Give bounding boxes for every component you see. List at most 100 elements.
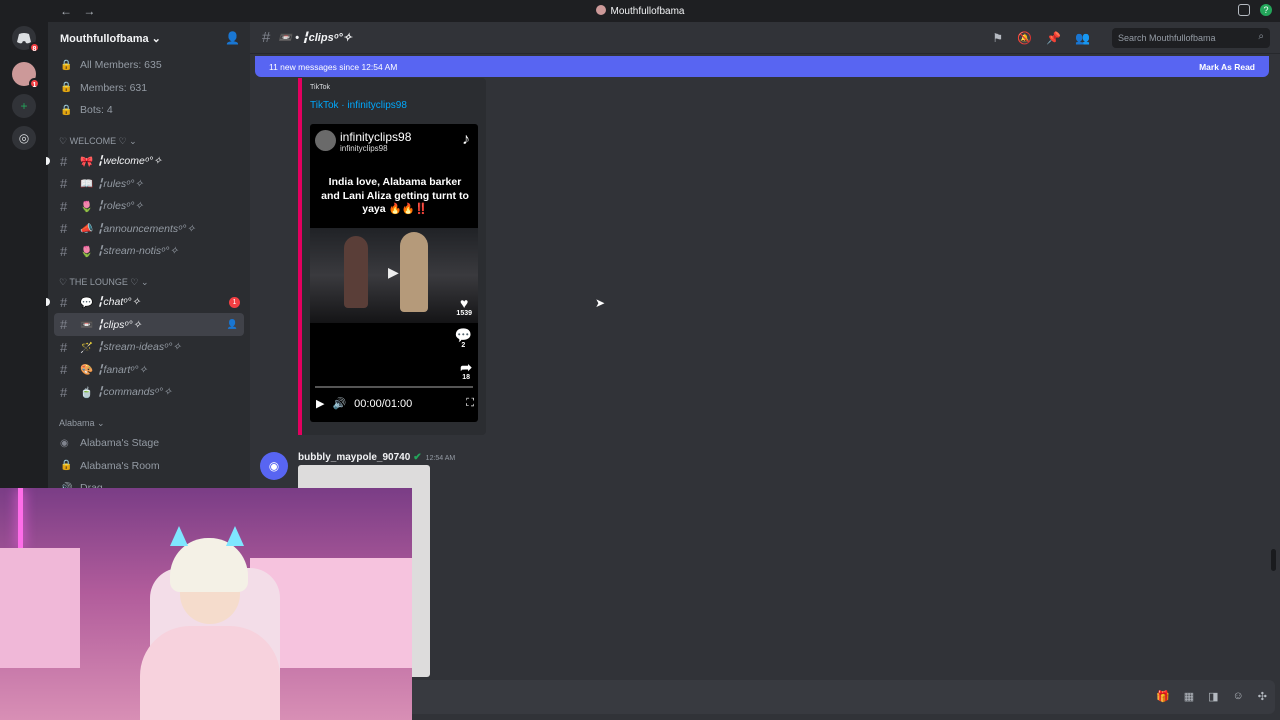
category-alabama[interactable]: Alabama ⌄: [48, 410, 250, 432]
search-icon: ⌕: [1258, 31, 1264, 42]
emoji-icon[interactable]: ☺: [1233, 690, 1244, 703]
video-handle: infinityclips98: [340, 144, 388, 153]
comment-icon: 💬: [454, 327, 472, 343]
webcam-overlay: [0, 488, 412, 720]
category-welcome[interactable]: ♡ WELCOME ♡ ⌄: [48, 128, 250, 150]
stat-channel[interactable]: 🔒 Bots: 4: [48, 99, 250, 122]
gift-icon[interactable]: 🎁: [1156, 690, 1170, 703]
volume-icon[interactable]: 🔊: [332, 397, 346, 410]
channel-stream-notis[interactable]: # 🌷 ╏stream-notisᵒ°✧: [48, 240, 250, 263]
channel-clips[interactable]: # 📼 ╏clipsᵒ°✧ 👤: [54, 313, 244, 336]
add-server-icon[interactable]: +: [12, 94, 36, 118]
heart-icon: ♥: [460, 295, 469, 311]
lock-icon: 🔒: [60, 82, 73, 94]
mouse-cursor-icon: ➤: [595, 296, 606, 310]
person-body: [140, 626, 280, 720]
invite-icon[interactable]: 👤: [227, 319, 238, 330]
room-channel[interactable]: 🔒 Alabama's Room: [48, 454, 250, 477]
unread-indicator: [46, 157, 50, 166]
channel-roles[interactable]: # 🌷 ╏rolesᵒ°✧: [48, 195, 250, 218]
server-avatar-icon: [595, 5, 606, 15]
comments-counter[interactable]: 💬 2: [455, 328, 472, 349]
server-header[interactable]: Mouthfullofbama ⌄ 👤: [48, 22, 250, 54]
discord-home-button[interactable]: 8: [12, 26, 40, 53]
message-time: 12:54 AM: [425, 455, 456, 462]
hash-icon: #: [60, 176, 68, 192]
lock-icon: 🔒: [60, 104, 73, 116]
play-icon[interactable]: ▶: [316, 397, 324, 410]
hash-icon: #: [60, 294, 68, 310]
background-shelf: [0, 548, 80, 668]
cat-ear-left: [170, 526, 188, 546]
discover-icon[interactable]: ◎: [12, 126, 36, 150]
channel-commands[interactable]: # 🍵 ╏commandsᵒ°✧: [48, 381, 250, 404]
inbox-icon[interactable]: [1238, 4, 1250, 16]
channel-header: # 📼 • ╏clipsᵒ°✧ ⚑ 🔕 📌 👥 Search Mouthfull…: [250, 22, 1280, 54]
verified-icon: ✔: [413, 452, 422, 463]
channel-fanart[interactable]: # 🎨 ╏fanartᵒ°✧: [48, 359, 250, 382]
new-messages-banner[interactable]: 11 new messages since 12:54 AM Mark As R…: [255, 56, 1269, 77]
user-avatar[interactable]: ◉: [260, 452, 288, 480]
help-icon[interactable]: ?: [1260, 4, 1272, 16]
video-progress-bar[interactable]: [315, 386, 473, 388]
channel-chat[interactable]: # 💬 ╏chatᵒ°✧ 1: [46, 291, 250, 314]
video-controls: ▶ 🔊 00:00/01:00 ⛶: [316, 397, 474, 410]
channel-title: 📼 • ╏clipsᵒ°✧: [278, 32, 353, 44]
channel-rules[interactable]: # 📖 ╏rulesᵒ°✧: [48, 172, 250, 195]
channel-welcome[interactable]: # 🎀 ╏welcomeᵒ°✧: [46, 150, 250, 173]
hash-icon: #: [60, 198, 68, 214]
channel-announcements[interactable]: # 📣 ╏announcementsᵒ°✧: [48, 218, 250, 241]
add-member-icon[interactable]: 👤: [225, 31, 240, 45]
stage-icon: ◉: [60, 437, 69, 449]
threads-icon[interactable]: ⚑: [992, 31, 1003, 45]
hash-icon: #: [60, 243, 68, 259]
sticker-icon[interactable]: ◨: [1208, 690, 1218, 703]
video-player[interactable]: infinityclips98 infinityclips98 ♪ India …: [310, 124, 478, 422]
title-bar: ← → Mouthfullofbama ?: [0, 0, 1280, 22]
video-time: 00:00/01:00: [354, 397, 413, 410]
person-hair: [170, 538, 248, 592]
neon-light: [18, 488, 23, 548]
likes-counter[interactable]: ♥ 1539: [456, 296, 472, 317]
members-icon[interactable]: 👥: [1075, 31, 1090, 45]
tiktok-logo-icon: ♪: [462, 131, 470, 148]
gif-icon[interactable]: ▦: [1184, 690, 1194, 703]
tiktok-embed: TikTok TikTok · infinityclips98 infinity…: [298, 78, 486, 435]
hash-icon: #: [262, 29, 271, 46]
stat-channel[interactable]: 🔒 Members: 631: [48, 77, 250, 100]
search-input[interactable]: Search Mouthfullofbama ⌕: [1112, 28, 1270, 48]
server-name: Mouthfullofbama ⌄: [60, 32, 161, 45]
home-badge: 8: [29, 42, 40, 53]
stage-channel[interactable]: ◉ Alabama's Stage: [48, 432, 250, 455]
mention-badge: 1: [229, 296, 240, 308]
avatar: [315, 130, 336, 151]
video-username: infinityclips98: [340, 130, 412, 144]
hash-icon: #: [60, 384, 68, 400]
server-icon-mouthfullofbama[interactable]: 1: [12, 62, 40, 89]
embed-link[interactable]: TikTok · infinityclips98: [310, 100, 407, 111]
stat-channel[interactable]: 🔒 All Members: 635: [48, 54, 250, 77]
message-author[interactable]: bubbly_maypole_90740: [298, 452, 410, 463]
fullscreen-icon[interactable]: ⛶: [466, 397, 474, 410]
video-person-right: [400, 232, 428, 312]
window-title: Mouthfullofbama: [0, 5, 1280, 17]
mute-bell-icon[interactable]: 🔕: [1017, 31, 1032, 45]
hash-icon: #: [60, 317, 68, 333]
channel-stream-ideas[interactable]: # 🪄 ╏stream-ideasᵒ°✧: [48, 336, 250, 359]
server-badge: 1: [29, 78, 40, 89]
discord-logo-icon: [17, 32, 31, 43]
apps-icon[interactable]: ✣: [1258, 690, 1267, 703]
hash-icon: #: [60, 221, 68, 237]
mark-as-read-button[interactable]: Mark As Read: [1199, 62, 1255, 72]
unread-indicator: [46, 298, 50, 307]
message-composer[interactable]: 🎁 ▦ ◨ ☺ ✣: [405, 680, 1275, 714]
message-header: bubbly_maypole_90740 ✔ 12:54 AM: [298, 452, 455, 463]
play-overlay-icon[interactable]: ▶: [388, 264, 399, 281]
hash-icon: #: [60, 362, 68, 378]
pin-icon[interactable]: 📌: [1046, 31, 1061, 45]
hash-icon: #: [60, 153, 68, 169]
category-lounge[interactable]: ♡ THE LOUNGE ♡ ⌄: [48, 269, 250, 291]
new-messages-text: 11 new messages since 12:54 AM: [269, 61, 398, 72]
scrollbar[interactable]: [1271, 549, 1276, 571]
shares-counter[interactable]: ➦ 18: [460, 360, 472, 381]
